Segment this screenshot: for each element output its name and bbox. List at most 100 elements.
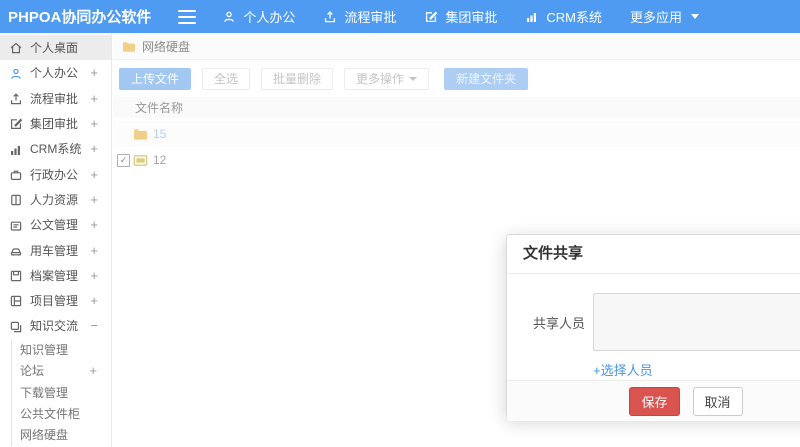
share-label: 共享人员	[533, 315, 586, 331]
expand-sign[interactable]: +	[90, 218, 98, 231]
share-members-textarea[interactable]	[593, 293, 800, 351]
submenu-item-network-disk[interactable]: 网络硬盘	[12, 424, 111, 445]
expand-sign[interactable]: +	[90, 294, 98, 307]
expand-sign[interactable]: +	[90, 244, 98, 257]
sidebar-item-archives[interactable]: 档案管理 +	[0, 263, 111, 288]
toolbar: 上传文件 全选 批量删除 更多操作 新建文件夹	[113, 60, 800, 97]
file-table-header: 文件名称	[113, 97, 800, 118]
submenu-label: 公共文件柜	[20, 406, 81, 421]
submenu-item-knowledge-mgmt[interactable]: 知识管理	[12, 339, 111, 360]
nav-group-approval[interactable]: 集团审批	[410, 0, 511, 33]
expand-sign[interactable]: +	[90, 168, 98, 181]
person-icon	[9, 66, 23, 80]
expand-sign[interactable]: +	[90, 117, 98, 130]
sidebar-item-label: 公文管理	[30, 218, 79, 233]
top-navigation: 个人办公 流程审批 集团审批 CRM系统 更多应用	[208, 0, 713, 33]
file-name-link[interactable]: 15	[153, 127, 166, 141]
sidebar-item-vehicle[interactable]: 用车管理 +	[0, 237, 111, 262]
share-field: 共享人员	[533, 293, 800, 351]
sidebar-item-label: 档案管理	[30, 268, 79, 283]
briefcase-icon	[9, 167, 23, 181]
sidebar-item-label: 行政办公	[30, 167, 79, 182]
file-share-modal: 文件共享 共享人员 +选择人员 保存 取消	[506, 234, 800, 421]
nav-crm-system[interactable]: CRM系统	[511, 0, 616, 33]
sidebar-item-crm[interactable]: CRM系统 +	[0, 136, 111, 161]
select-all-button[interactable]: 全选	[202, 68, 251, 90]
expand-sign[interactable]: +	[90, 142, 98, 155]
book-icon	[9, 192, 23, 206]
topbar: PHPOA协同办公软件 个人办公 流程审批 集团审批 CRM系统 更多应用	[0, 0, 800, 33]
batch-delete-button[interactable]: 批量删除	[261, 68, 334, 90]
expand-sign[interactable]: −	[90, 319, 98, 332]
sidebar: 个人桌面 个人办公 + 流程审批 + 集团审批 + CRM系统 + 行政办公 +…	[0, 33, 112, 447]
upload-icon	[323, 10, 337, 24]
chart-icon	[525, 10, 539, 24]
sidebar-item-group-approval[interactable]: 集团审批 +	[0, 111, 111, 136]
caret-down-icon	[409, 77, 418, 81]
sidebar-item-admin-office[interactable]: 行政办公 +	[0, 161, 111, 186]
upload-file-button[interactable]: 上传文件	[119, 68, 192, 90]
edit-icon	[9, 117, 23, 131]
cancel-button[interactable]: 取消	[692, 386, 743, 416]
submenu-item-public-cabinet[interactable]: 公共文件柜	[12, 403, 111, 424]
submenu-label: 下载管理	[20, 385, 69, 400]
modal-footer: 保存 取消	[507, 380, 800, 421]
nav-label: 集团审批	[445, 10, 498, 25]
sidebar-item-hr[interactable]: 人力资源 +	[0, 187, 111, 212]
nav-label: 更多应用	[630, 10, 683, 25]
expand-sign[interactable]: +	[90, 66, 98, 79]
submenu-item-downloads[interactable]: 下载管理	[12, 381, 111, 402]
project-icon	[9, 294, 23, 308]
sidebar-item-label: 人力资源	[30, 192, 79, 207]
sidebar-item-knowledge[interactable]: 知识交流 −	[0, 313, 111, 338]
edit-icon	[424, 10, 438, 24]
sidebar-item-personal-office[interactable]: 个人办公 +	[0, 60, 111, 85]
row-checkbox[interactable]: ✓	[117, 153, 130, 167]
sidebar-item-label: 流程审批	[30, 91, 79, 106]
expand-sign[interactable]: +	[90, 193, 98, 206]
expand-sign[interactable]: +	[90, 269, 98, 282]
table-row-file-12[interactable]: ✓ 12	[113, 147, 800, 173]
sidebar-item-label: 集团审批	[30, 117, 79, 132]
nav-label: CRM系统	[546, 10, 602, 25]
sidebar-item-official-docs[interactable]: 公文管理 +	[0, 212, 111, 237]
knowledge-submenu: 知识管理 论坛 + 下载管理 公共文件柜 网络硬盘	[11, 338, 111, 446]
more-actions-button[interactable]: 更多操作	[344, 68, 430, 90]
submenu-label: 知识管理	[20, 342, 69, 357]
sidebar-item-label: CRM系统	[30, 142, 82, 157]
choose-members-link[interactable]: +选择人员	[593, 360, 653, 379]
nav-personal-office[interactable]: 个人办公	[208, 0, 309, 33]
car-icon	[9, 243, 23, 257]
file-name-link[interactable]: 12	[153, 153, 166, 167]
nav-more-apps[interactable]: 更多应用	[616, 0, 713, 33]
breadcrumb-label: 网络硬盘	[142, 39, 191, 54]
expand-sign[interactable]: +	[89, 363, 97, 378]
expand-sign[interactable]: +	[90, 92, 98, 105]
nav-workflow-approval[interactable]: 流程审批	[309, 0, 410, 33]
document-icon	[9, 218, 23, 232]
person-icon	[222, 10, 236, 24]
more-actions-label: 更多操作	[356, 72, 405, 86]
sidebar-item-label: 项目管理	[30, 294, 79, 309]
table-row-folder-15[interactable]: 15	[113, 121, 800, 147]
app-window: PHPOA协同办公软件 个人办公 流程审批 集团审批 CRM系统 更多应用 个人…	[0, 0, 800, 447]
modal-body: 共享人员 +选择人员	[507, 274, 800, 380]
folder-icon	[122, 39, 136, 53]
checkbox-slot: ✓	[117, 153, 130, 167]
hamburger-menu-icon[interactable]	[178, 9, 197, 24]
submenu-label: 网络硬盘	[20, 428, 69, 443]
sidebar-item-label: 个人桌面	[30, 41, 79, 56]
sidebar-item-personal-desktop[interactable]: 个人桌面	[0, 35, 111, 61]
submenu-item-forum[interactable]: 论坛 +	[12, 360, 111, 381]
new-folder-button[interactable]: 新建文件夹	[444, 68, 529, 90]
sidebar-item-label: 个人办公	[30, 66, 79, 81]
sidebar-item-label: 用车管理	[30, 243, 79, 258]
upload-icon	[9, 91, 23, 105]
submenu-label: 论坛	[20, 364, 45, 379]
save-button[interactable]: 保存	[629, 386, 680, 416]
sidebar-item-projects[interactable]: 项目管理 +	[0, 288, 111, 313]
app-logo: PHPOA协同办公软件	[8, 9, 152, 26]
chart-icon	[9, 142, 23, 156]
sidebar-item-workflow-approval[interactable]: 流程审批 +	[0, 86, 111, 111]
image-file-icon	[133, 154, 148, 167]
